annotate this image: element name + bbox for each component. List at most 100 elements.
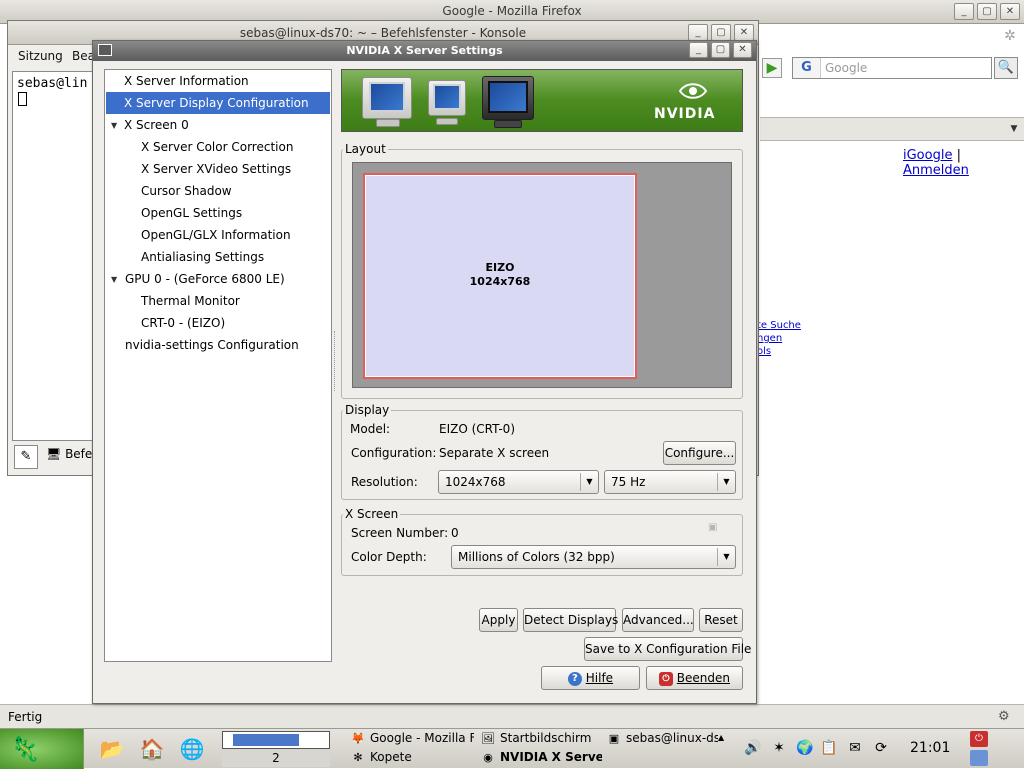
session-buttons: ⏻: [968, 731, 992, 767]
konsole-maximize-button[interactable]: ▢: [711, 24, 731, 41]
tree-item-label: Thermal Monitor: [141, 294, 240, 308]
nvidia-window-controls: _ ▢ ✕: [689, 42, 752, 58]
menu-sitzung[interactable]: Sitzung: [18, 49, 63, 63]
file-manager-launcher-icon[interactable]: 📂: [98, 735, 126, 763]
lock-screen-icon[interactable]: [970, 750, 988, 766]
tree-item-label: nvidia-settings Configuration: [125, 338, 299, 352]
tree-item-thermal-monitor[interactable]: Thermal Monitor: [141, 290, 240, 312]
igoogle-link[interactable]: iGoogle: [903, 148, 952, 163]
search-icon[interactable]: 🔍: [994, 57, 1018, 79]
tree-item-opengl-settings[interactable]: OpenGL Settings: [141, 202, 242, 224]
task-konsole[interactable]: ▣ sebas@linux-ds: [606, 731, 718, 745]
pager-desktop-1[interactable]: [222, 731, 330, 749]
layout-group-label: Layout: [343, 142, 388, 156]
browser-launcher-icon[interactable]: 🌐: [178, 735, 206, 763]
kmail-icon[interactable]: ✉: [844, 737, 866, 759]
tree-item-xvideo-settings[interactable]: X Server XVideo Settings: [141, 158, 291, 180]
configuration-label: Configuration:: [351, 446, 437, 460]
nvidia-logo-text: NVIDIA: [654, 106, 716, 122]
nvidia-icon: ◉: [483, 751, 493, 764]
konsole-session-tab[interactable]: 🖥 Befe: [46, 447, 92, 461]
nvidia-eye-icon: [678, 83, 708, 99]
layout-display-eizo[interactable]: EIZO 1024x768: [363, 173, 637, 379]
help-button-label: Hilfe: [585, 671, 614, 685]
layout-display-resolution: 1024x768: [469, 275, 531, 288]
tree-item-color-correction[interactable]: X Server Color Correction: [141, 136, 293, 158]
task-firefox[interactable]: 🦊 Google - Mozilla Fi: [350, 731, 474, 745]
clock[interactable]: 21:01: [910, 740, 950, 756]
task-nvidia-settings[interactable]: ◉ NVIDIA X Server S: [480, 750, 602, 764]
pane-splitter[interactable]: [334, 331, 338, 391]
color-depth-label: Color Depth:: [351, 550, 427, 564]
help-button[interactable]: ? Hilfe: [541, 666, 640, 690]
tab-list-dropdown-icon[interactable]: ▼: [1005, 119, 1023, 139]
tree-item-x-server-display-configuration[interactable]: X Server Display Configuration: [106, 92, 330, 114]
google-top-links: iGoogle | Anmelden: [903, 148, 1024, 178]
nvidia-maximize-button[interactable]: ▢: [711, 42, 730, 58]
tree-item-gpu-0[interactable]: GPU 0 - (GeForce 6800 LE): [125, 268, 285, 290]
x-screen-group-label: X Screen: [343, 507, 401, 521]
resolution-select[interactable]: 1024x768 ▼: [438, 470, 599, 494]
volume-icon[interactable]: 🔊: [742, 737, 764, 759]
language-tools-link[interactable]: ols: [757, 346, 771, 357]
advanced-button[interactable]: Advanced...: [622, 608, 694, 632]
firefox-close-button[interactable]: ✕: [1000, 3, 1020, 20]
task-overflow-icon[interactable]: ▲: [718, 733, 724, 742]
monitor-icon: [428, 80, 468, 128]
refresh-rate-select[interactable]: 75 Hz ▼: [604, 470, 736, 494]
network-icon[interactable]: 🌍: [794, 737, 816, 759]
save-config-button[interactable]: Save to X Configuration File: [584, 637, 751, 661]
task-startbildschirm[interactable]: 🖼 Startbildschirm: [480, 731, 602, 745]
firefox-maximize-button[interactable]: ▢: [977, 3, 997, 20]
firefox-search-input[interactable]: Google: [825, 61, 867, 75]
suse-gecko-icon: 🦎: [10, 735, 40, 763]
resolution-label: Resolution:: [351, 475, 418, 489]
tree-item-label: Antialiasing Settings: [141, 250, 265, 264]
nvidia-minimize-button[interactable]: _: [689, 42, 708, 58]
firefox-icon: 🦊: [351, 732, 365, 745]
tree-item-x-screen-0[interactable]: X Screen 0: [124, 114, 189, 136]
preferences-link[interactable]: ngen: [757, 333, 782, 344]
kde-menu-button[interactable]: 🦎: [0, 729, 84, 769]
konsole-close-button[interactable]: ✕: [734, 24, 754, 41]
detect-displays-button[interactable]: Detect Displays: [523, 608, 618, 632]
chevron-down-icon: ▼: [717, 548, 735, 566]
expander-expanded-icon[interactable]: ▼: [111, 275, 117, 284]
pager-desktop-2[interactable]: 2: [222, 749, 330, 767]
tree-item-label: OpenGL Settings: [141, 206, 243, 220]
google-engine-icon[interactable]: G: [793, 58, 821, 78]
tree-item-nvidia-settings-configuration[interactable]: nvidia-settings Configuration: [125, 334, 299, 356]
nvidia-close-button[interactable]: ✕: [733, 42, 752, 58]
konsole-minimize-button[interactable]: _: [688, 24, 708, 41]
apply-button[interactable]: Apply: [479, 608, 518, 632]
layout-canvas[interactable]: EIZO 1024x768: [352, 162, 732, 388]
firefox-go-button[interactable]: ▶: [762, 58, 782, 78]
advanced-search-link[interactable]: te Suche: [757, 320, 801, 331]
tree-item-crt-0[interactable]: CRT-0 - (EIZO): [141, 312, 225, 334]
tree-item-antialiasing-settings[interactable]: Antialiasing Settings: [141, 246, 264, 268]
status-addon-icon[interactable]: ⚙: [998, 709, 1010, 724]
kopete-tray-icon[interactable]: ✶: [768, 737, 790, 759]
tree-item-label: X Server Color Correction: [141, 140, 294, 154]
model-label: Model:: [350, 422, 391, 436]
task-label: Startbildschirm: [500, 731, 592, 745]
expander-expanded-icon[interactable]: ▼: [111, 121, 117, 130]
updater-icon[interactable]: ⟳: [870, 737, 892, 759]
logout-icon[interactable]: ⏻: [970, 731, 988, 747]
kopete-icon: ✻: [353, 751, 363, 764]
login-link[interactable]: Anmelden: [903, 163, 969, 178]
task-kopete[interactable]: ✻ Kopete: [350, 750, 474, 764]
color-depth-selected: Millions of Colors (32 bpp): [458, 550, 615, 564]
reset-button[interactable]: Reset: [699, 608, 743, 632]
color-depth-select[interactable]: Millions of Colors (32 bpp) ▼: [451, 545, 736, 569]
firefox-minimize-button[interactable]: _: [954, 3, 974, 20]
home-launcher-icon[interactable]: 🏠: [138, 735, 166, 763]
tree-item-cursor-shadow[interactable]: Cursor Shadow: [141, 180, 232, 202]
configure-button[interactable]: Configure...: [663, 441, 736, 465]
klipper-icon[interactable]: 📋: [818, 737, 840, 759]
firefox-search-box[interactable]: G Google: [792, 57, 992, 79]
new-session-icon[interactable]: ✎: [14, 445, 38, 469]
quit-button[interactable]: ⏻ Beenden: [646, 666, 743, 690]
task-label: Kopete: [370, 750, 412, 764]
tree-item-opengl-glx-information[interactable]: OpenGL/GLX Information: [141, 224, 291, 246]
